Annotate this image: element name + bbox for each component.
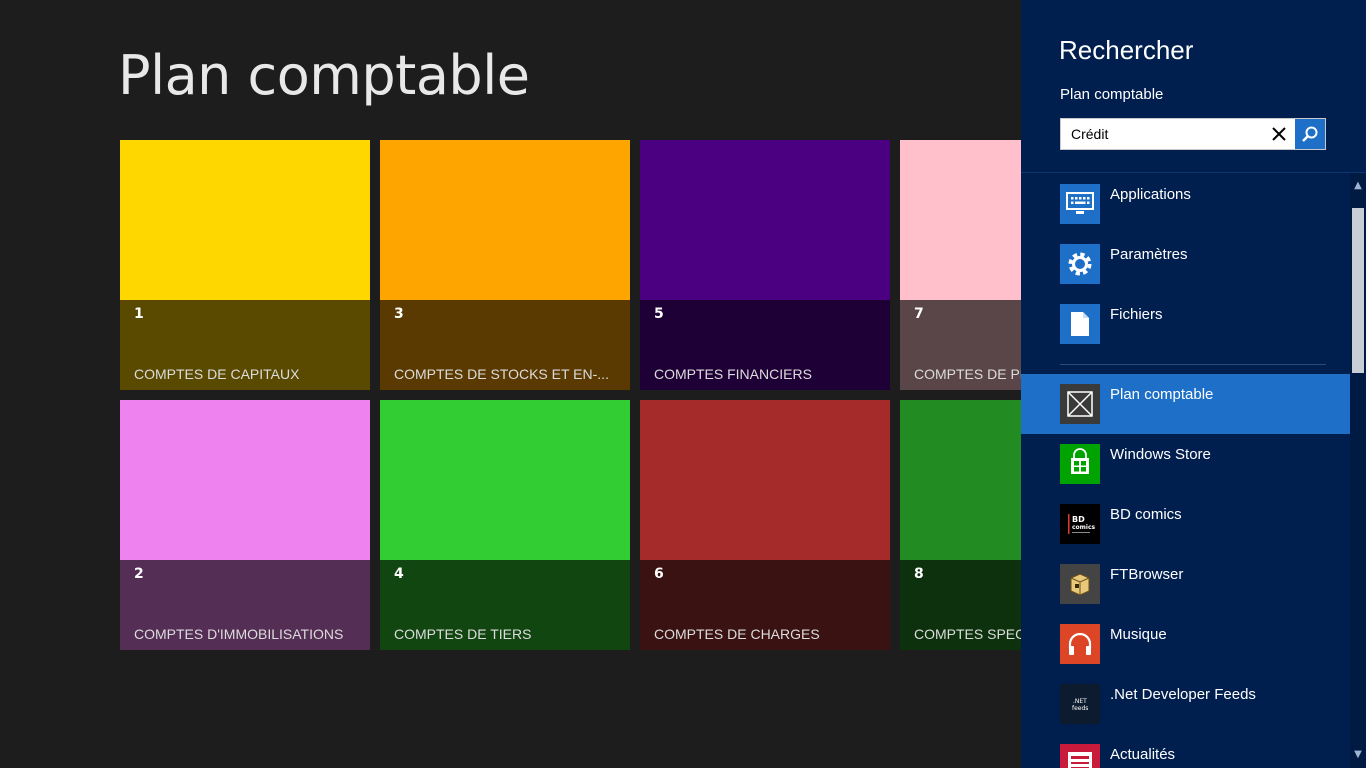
tile-color-area [380,140,630,300]
scroll-up-arrow-icon[interactable]: ▲ [1350,175,1366,195]
app-bd-comics[interactable]: BD comics BD comics [1021,494,1350,554]
ftbrowser-box-icon [1060,564,1100,604]
tile-label: COMPTES FINANCIERS [654,366,812,382]
search-box [1060,118,1326,150]
tile-number: 2 [134,566,144,582]
close-icon [1272,127,1286,141]
svg-text:comics: comics [1072,524,1096,531]
placeholder-icon [1060,384,1100,424]
app-net-developer-feeds[interactable]: .NET feeds .Net Developer Feeds [1021,674,1350,734]
category-label: Applications [1110,186,1191,203]
tile-color-area [380,400,630,560]
app-label: BD comics [1110,506,1182,523]
tile-number: 1 [134,306,144,322]
tile-1[interactable]: 1 COMPTES DE CAPITAUX [120,140,370,390]
bd-comics-logo-icon: BD comics [1060,504,1100,544]
tile-number: 8 [914,566,924,582]
tile-color-area [120,400,370,560]
category-parametres[interactable]: Paramètres [1021,234,1350,294]
tile-5[interactable]: 5 COMPTES FINANCIERS [640,140,890,390]
main-area: Plan comptable 1 COMPTES DE CAPITAUX 3 C… [0,0,1021,768]
search-submit-button[interactable] [1295,119,1325,149]
tile-color-area [120,140,370,300]
list-divider [1060,364,1326,365]
tile-number: 7 [914,306,924,322]
tile-6[interactable]: 6 COMPTES DE CHARGES [640,400,890,650]
svg-text:feeds: feeds [1072,705,1088,712]
headphones-icon [1060,624,1100,664]
page-title: Plan comptable [118,44,530,107]
search-scope-label[interactable]: Plan comptable [1060,86,1163,103]
clear-search-button[interactable] [1267,122,1291,146]
tile-label: COMPTES DE STOCKS ET EN-... [394,366,609,382]
keyboard-icon [1060,184,1100,224]
tile-number: 4 [394,566,404,582]
tile-7[interactable]: 7 COMPTES DE PR [900,140,1021,390]
svg-text:BD: BD [1072,515,1085,524]
document-icon [1060,304,1100,344]
tile-number: 3 [394,306,404,322]
svg-text:.NET: .NET [1073,698,1087,705]
app-windows-store[interactable]: Windows Store [1021,434,1350,494]
tile-label: COMPTES D'IMMOBILISATIONS [134,626,344,642]
search-input[interactable] [1061,119,1289,149]
tile-8[interactable]: 8 COMPTES SPECI [900,400,1021,650]
tile-3[interactable]: 3 COMPTES DE STOCKS ET EN-... [380,140,630,390]
app-ftbrowser[interactable]: FTBrowser [1021,554,1350,614]
tile-color-area [640,400,890,560]
category-label: Fichiers [1110,306,1163,323]
app-actualites[interactable]: Actualités [1021,734,1350,768]
tile-4[interactable]: 4 COMPTES DE TIERS [380,400,630,650]
tile-number: 6 [654,566,664,582]
news-icon [1060,744,1100,768]
tile-label: COMPTES DE CAPITAUX [134,366,300,382]
scrollbar-thumb[interactable] [1352,208,1364,373]
app-label: Windows Store [1110,446,1211,463]
tile-label: COMPTES DE PR [914,366,1021,382]
search-icon [1302,126,1318,142]
tile-color-area [900,140,1021,300]
tile-label: COMPTES DE TIERS [394,626,532,642]
app-label: FTBrowser [1110,566,1184,583]
scroll-down-arrow-icon[interactable]: ▼ [1350,744,1366,764]
list-top-divider [1021,172,1366,173]
tile-label: COMPTES DE CHARGES [654,626,820,642]
tile-color-area [900,400,1021,560]
tile-label: COMPTES SPECI [914,626,1021,642]
search-pane-title: Rechercher [1059,35,1194,65]
results-scrollbar[interactable]: ▲ ▼ [1350,173,1366,768]
app-label: Musique [1110,626,1167,643]
search-charm-pane: Rechercher Plan comptable Crédit Applica… [1021,0,1366,768]
category-applications[interactable]: Applications [1021,174,1350,234]
category-fichiers[interactable]: Fichiers [1021,294,1350,354]
app-label: .Net Developer Feeds [1110,686,1256,703]
store-bag-icon [1060,444,1100,484]
category-label: Paramètres [1110,246,1188,263]
app-plan-comptable[interactable]: Plan comptable [1021,374,1350,434]
app-label: Plan comptable [1110,386,1214,403]
app-musique[interactable]: Musique [1021,614,1350,674]
tile-color-area [640,140,890,300]
tile-2[interactable]: 2 COMPTES D'IMMOBILISATIONS [120,400,370,650]
app-label: Actualités [1110,746,1176,763]
tile-number: 5 [654,306,664,322]
gear-icon [1060,244,1100,284]
net-feeds-icon: .NET feeds [1060,684,1100,724]
